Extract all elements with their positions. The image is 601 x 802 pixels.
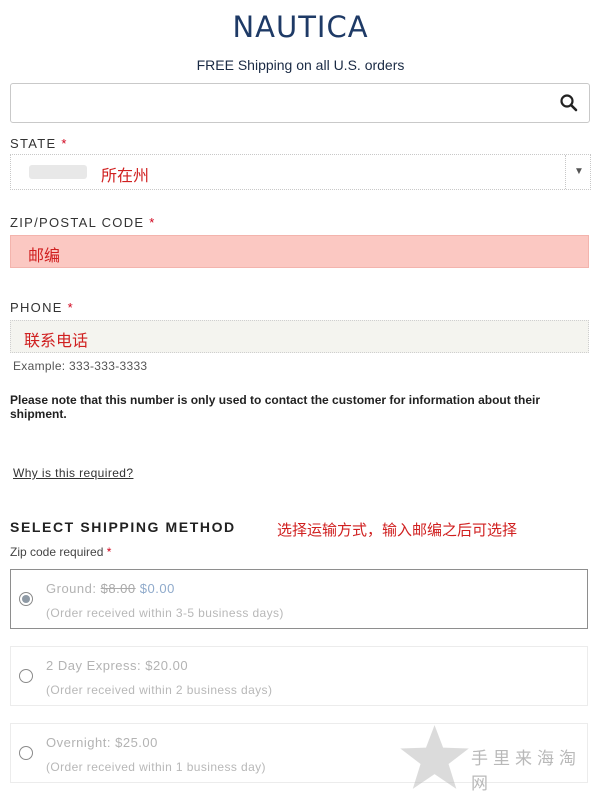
required-mark: *: [106, 545, 112, 559]
radio-unselected[interactable]: [19, 746, 33, 760]
option-price: $0.00: [139, 581, 175, 596]
zip-field[interactable]: 邮编: [10, 235, 589, 268]
shipping-option-2day[interactable]: 2 Day Express: $20.00 (Order received wi…: [10, 646, 588, 706]
option-name: Ground: $8.00 $0.00: [46, 581, 175, 596]
state-label-text: STATE: [10, 136, 57, 151]
watermark-text: 手里来海淘网: [471, 749, 581, 794]
brand-logo[interactable]: NAUTICA: [0, 10, 601, 44]
star-icon: [400, 725, 469, 789]
shipping-banner: FREE Shipping on all U.S. orders: [196, 57, 405, 73]
required-mark: *: [149, 215, 156, 230]
phone-label-text: PHONE: [10, 300, 63, 315]
option-note: (Order received within 2 business days): [46, 683, 273, 697]
option-label: Ground:: [46, 581, 97, 596]
option-label: Overnight:: [46, 735, 111, 750]
caret-down-icon: ▼: [574, 166, 584, 177]
phone-note: Please note that this number is only use…: [10, 393, 541, 421]
required-mark: *: [61, 136, 68, 151]
phone-example: Example: 333-333-3333: [13, 359, 148, 373]
option-price: $20.00: [145, 658, 189, 673]
required-mark: *: [67, 300, 75, 315]
old-price: $8.00: [100, 581, 136, 596]
dropdown-toggle[interactable]: ▼: [565, 155, 590, 189]
why-required-link[interactable]: Why is this required?: [13, 466, 133, 480]
option-name: Overnight: $25.00: [46, 735, 158, 750]
phone-field[interactable]: 联系电话: [10, 320, 589, 353]
option-price: $25.00: [115, 735, 158, 750]
radio-unselected[interactable]: [19, 669, 33, 683]
search-icon[interactable]: [559, 93, 579, 113]
phone-annotation: 联系电话: [24, 333, 89, 350]
radio-selected[interactable]: [19, 592, 33, 606]
shipping-method-title: SELECT SHIPPING METHOD: [10, 519, 236, 535]
state-annotation: 所在州: [101, 168, 150, 185]
zip-annotation: 邮编: [28, 248, 61, 265]
shipping-option-ground[interactable]: Ground: $8.00 $0.00 (Order received with…: [10, 569, 588, 629]
option-label: 2 Day Express:: [46, 658, 142, 673]
option-note: (Order received within 1 business day): [46, 760, 266, 774]
phone-label: PHONE *: [10, 300, 74, 315]
shipping-annotation: 选择运输方式，输入邮编之后可选择: [277, 522, 518, 539]
zip-label: ZIP/POSTAL CODE *: [10, 215, 156, 230]
option-name: 2 Day Express: $20.00: [46, 658, 188, 673]
zip-required-note: Zip code required *: [10, 545, 111, 559]
zip-label-text: ZIP/POSTAL CODE: [10, 215, 145, 230]
search-input[interactable]: [10, 83, 590, 123]
blurred-value: [29, 165, 87, 179]
option-note: (Order received within 3-5 business days…: [46, 606, 284, 620]
zip-required-text: Zip code required: [10, 545, 104, 559]
state-select[interactable]: 所在州 ▼: [10, 154, 591, 190]
state-label: STATE *: [10, 136, 68, 151]
